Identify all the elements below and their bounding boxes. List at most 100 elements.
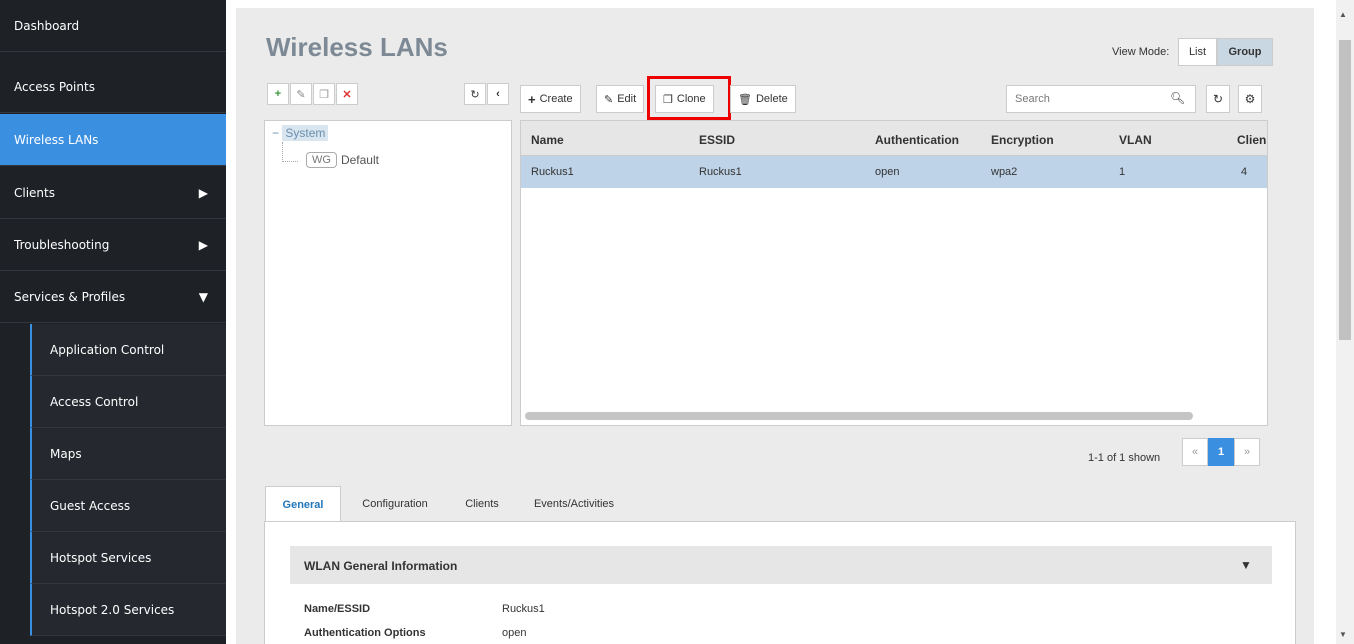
tree-delete-button[interactable]: ✕ xyxy=(336,83,358,105)
scroll-up-icon[interactable]: ▲ xyxy=(1339,10,1347,19)
nav-label: Hotspot Services xyxy=(50,550,152,565)
nav-dashboard[interactable]: Dashboard xyxy=(0,0,226,52)
nav-label: Application Control xyxy=(50,342,165,357)
nav-label: Access Control xyxy=(50,394,139,409)
current-page-button[interactable]: 1 xyxy=(1208,438,1234,466)
nav-label: Maps xyxy=(50,446,82,461)
column-header-essid[interactable]: ESSID xyxy=(699,133,735,147)
wlan-table: Name ESSID Authentication Encryption VLA… xyxy=(520,120,1268,426)
close-icon: ✕ xyxy=(342,88,352,101)
nav-label: Services & Profiles xyxy=(14,289,126,304)
cell-essid: Ruckus1 xyxy=(699,166,742,178)
nav-label: Clients xyxy=(14,185,55,200)
create-button[interactable]: + Create xyxy=(520,85,581,113)
nav-label: Access Points xyxy=(14,79,95,94)
tree-connector xyxy=(282,142,298,162)
create-label: Create xyxy=(539,93,573,105)
expand-arrow-icon: ▶ xyxy=(198,185,208,200)
nav-label: Hotspot 2.0 Services xyxy=(50,602,175,617)
info-value-authentication: open xyxy=(502,627,527,639)
tree-add-button[interactable]: + xyxy=(267,83,289,105)
nav-hotspot-services[interactable]: Hotspot Services xyxy=(30,532,226,584)
view-mode-list-button[interactable]: List xyxy=(1178,38,1217,66)
table-horizontal-scrollbar[interactable] xyxy=(525,412,1193,420)
edit-button[interactable]: ✎ Edit xyxy=(596,85,645,113)
page-title: Wireless LANs xyxy=(266,32,448,62)
table-row[interactable]: Ruckus1 Ruckus1 open wpa2 1 4 xyxy=(521,156,1267,188)
nav-access-control[interactable]: Access Control xyxy=(30,376,226,428)
grid-refresh-button[interactable]: ↻ xyxy=(1206,85,1230,113)
delete-label: Delete xyxy=(755,93,788,105)
view-mode-group-button[interactable]: Group xyxy=(1217,38,1273,66)
pencil-icon: ✎ xyxy=(296,88,306,101)
column-header-vlan[interactable]: VLAN xyxy=(1119,133,1152,147)
nav-label: Dashboard xyxy=(14,18,80,33)
column-header-authentication[interactable]: Authentication xyxy=(875,133,959,147)
tree-node-label: System xyxy=(282,125,329,141)
tree-collapse-button[interactable]: ‹ xyxy=(487,83,509,105)
grid-settings-button[interactable]: ⚙ xyxy=(1238,85,1262,113)
column-header-encryption[interactable]: Encryption xyxy=(991,133,1054,147)
edit-label: Edit xyxy=(617,93,637,105)
wg-badge: WG xyxy=(306,152,337,168)
tree-edit-button[interactable]: ✎ xyxy=(290,83,312,105)
nav-troubleshooting[interactable]: Troubleshooting ▶ xyxy=(0,219,226,271)
tab-clients[interactable]: Clients xyxy=(452,486,512,522)
pagination-info: 1-1 of 1 shown xyxy=(1088,452,1161,464)
column-header-name[interactable]: Name xyxy=(531,133,564,147)
tree-clone-button[interactable]: ❐ xyxy=(313,83,335,105)
group-tree-panel xyxy=(264,120,512,426)
collapse-icon: − xyxy=(272,126,280,140)
nav-guest-access[interactable]: Guest Access xyxy=(30,480,226,532)
tree-node-system[interactable]: − System xyxy=(272,125,329,141)
tab-configuration[interactable]: Configuration xyxy=(350,486,440,522)
cell-vlan: 1 xyxy=(1119,166,1126,178)
gear-icon: ⚙ xyxy=(1244,92,1256,106)
nav-maps[interactable]: Maps xyxy=(30,428,226,480)
expand-arrow-icon: ▶ xyxy=(198,237,208,252)
tree-node-default[interactable]: WG Default xyxy=(306,152,379,168)
refresh-icon: ↻ xyxy=(470,88,480,101)
prev-page-button[interactable]: « xyxy=(1182,438,1208,466)
column-header-clients[interactable]: Clien xyxy=(1237,133,1266,147)
next-page-button[interactable]: » xyxy=(1234,438,1260,466)
nav-access-points[interactable]: Access Points xyxy=(0,61,226,113)
tree-refresh-button[interactable]: ↻ xyxy=(464,83,486,105)
nav-wireless-lans[interactable]: Wireless LANs xyxy=(0,114,226,166)
cell-name: Ruckus1 xyxy=(531,166,574,178)
section-title: WLAN General Information xyxy=(304,559,458,573)
trash-icon: 🗑 xyxy=(738,93,752,106)
cell-encryption: wpa2 xyxy=(991,166,1018,178)
plus-icon: + xyxy=(274,88,282,100)
search-icon[interactable]: 🔍︎ xyxy=(1170,91,1185,105)
sidebar: Dashboard Access Points Wireless LANs Cl… xyxy=(0,0,226,644)
view-mode-label: View Mode: xyxy=(1112,46,1170,58)
delete-button[interactable]: 🗑 Delete xyxy=(730,85,796,113)
copy-icon: ❐ xyxy=(319,88,329,101)
nav-label: Wireless LANs xyxy=(14,132,99,147)
page-scrollbar-thumb[interactable] xyxy=(1339,40,1351,340)
pencil-icon: ✎ xyxy=(604,93,614,106)
cell-authentication: open xyxy=(875,166,900,178)
nav-application-control[interactable]: Application Control xyxy=(30,324,226,376)
nav-clients[interactable]: Clients ▶ xyxy=(0,167,226,219)
nav-hotspot-2-services[interactable]: Hotspot 2.0 Services xyxy=(30,584,226,636)
table-header: Name ESSID Authentication Encryption VLA… xyxy=(521,121,1267,156)
nav-services-profiles[interactable]: Services & Profiles ▼ xyxy=(0,271,226,323)
info-label-name-essid: Name/ESSID xyxy=(304,603,371,615)
chevron-left-icon: ‹ xyxy=(496,88,500,100)
chevron-down-icon[interactable]: ▼ xyxy=(1240,558,1252,572)
nav-label: Guest Access xyxy=(50,498,131,513)
nav-label: Troubleshooting xyxy=(14,237,110,252)
tab-general[interactable]: General xyxy=(265,486,341,522)
tree-node-label: Default xyxy=(340,153,379,167)
collapse-arrow-icon: ▼ xyxy=(198,289,208,304)
cell-clients: 4 xyxy=(1241,166,1248,178)
refresh-icon: ↻ xyxy=(1212,92,1224,106)
search-input[interactable] xyxy=(1006,85,1196,113)
tab-events-activities[interactable]: Events/Activities xyxy=(522,486,626,522)
clone-highlight-box xyxy=(647,76,731,120)
scroll-down-icon[interactable]: ▼ xyxy=(1339,630,1347,639)
info-label-authentication: Authentication Options xyxy=(304,627,426,639)
plus-icon: + xyxy=(528,91,536,107)
